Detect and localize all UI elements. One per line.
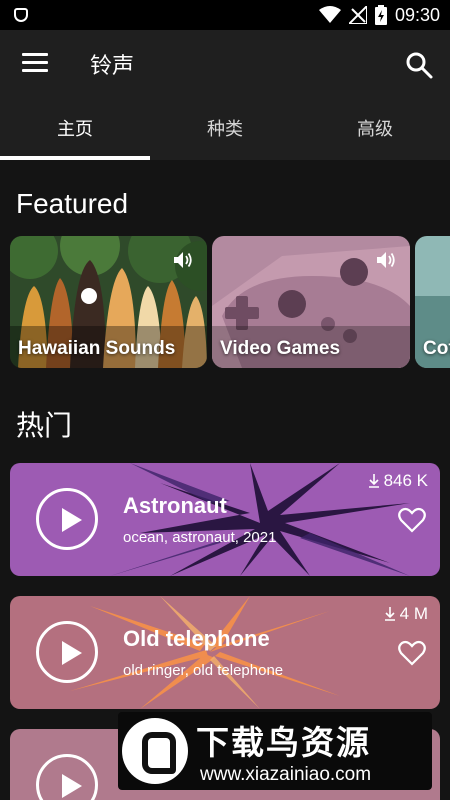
ringtone-name: Old telephone: [123, 626, 270, 651]
watermark-url: www.xiazainiao.com: [200, 764, 372, 785]
featured-label: Video Games: [220, 338, 341, 359]
download-icon: [384, 607, 395, 621]
featured-label: Hawaiian Sounds: [18, 338, 176, 359]
heart-icon[interactable]: [398, 640, 426, 666]
download-icon: [368, 474, 379, 488]
search-icon[interactable]: [404, 50, 434, 80]
speaker-icon[interactable]: [173, 250, 195, 270]
popular-heading: 热门: [16, 410, 73, 441]
featured-card-coffee[interactable]: Cof: [415, 236, 450, 368]
watermark-logo-icon: [122, 718, 188, 784]
download-count-value: 846 K: [383, 471, 428, 490]
speaker-icon[interactable]: [376, 250, 398, 270]
app-title: 铃声: [90, 54, 135, 79]
shield-icon: [14, 8, 28, 22]
status-time: 09:30: [394, 4, 440, 25]
app-bar: 铃声: [0, 30, 450, 100]
battery-icon: [374, 5, 387, 25]
tab-categories[interactable]: 种类: [150, 100, 300, 160]
ringtone-tags: ocean, astronaut, 2021: [123, 529, 277, 546]
featured-heading: Featured: [16, 188, 129, 219]
ringtone-tags: old ringer, old telephone: [123, 662, 284, 679]
ringtone-card-astronaut[interactable]: Astronaut ocean, astronaut, 2021 846 K: [10, 463, 440, 576]
heart-icon[interactable]: [398, 507, 426, 533]
featured-card-hawaiian[interactable]: Hawaiian Sounds: [10, 236, 207, 368]
status-bar: 09:30: [0, 0, 450, 30]
ringtone-name: Astronaut: [123, 493, 227, 518]
download-count: 846 K: [368, 471, 428, 491]
tab-home[interactable]: 主页: [0, 100, 150, 160]
menu-icon[interactable]: [22, 53, 48, 75]
download-count: 4 M: [384, 604, 428, 624]
featured-card-video-games[interactable]: Video Games: [212, 236, 410, 368]
tab-advanced[interactable]: 高级: [300, 100, 450, 160]
download-count-value: 4 M: [399, 604, 428, 623]
watermark-banner: 下载鸟资源 www.xiazainiao.com: [118, 712, 432, 790]
tab-bar: 主页 种类 高级: [0, 100, 450, 160]
featured-label: Cof: [423, 338, 450, 359]
ringtone-card-old-telephone[interactable]: Old telephone old ringer, old telephone …: [10, 596, 440, 709]
play-button[interactable]: [36, 488, 98, 550]
wifi-icon: [318, 6, 341, 23]
play-button[interactable]: [36, 621, 98, 683]
signal-icon: [348, 6, 367, 24]
watermark-title: 下载鸟资源: [196, 723, 371, 762]
